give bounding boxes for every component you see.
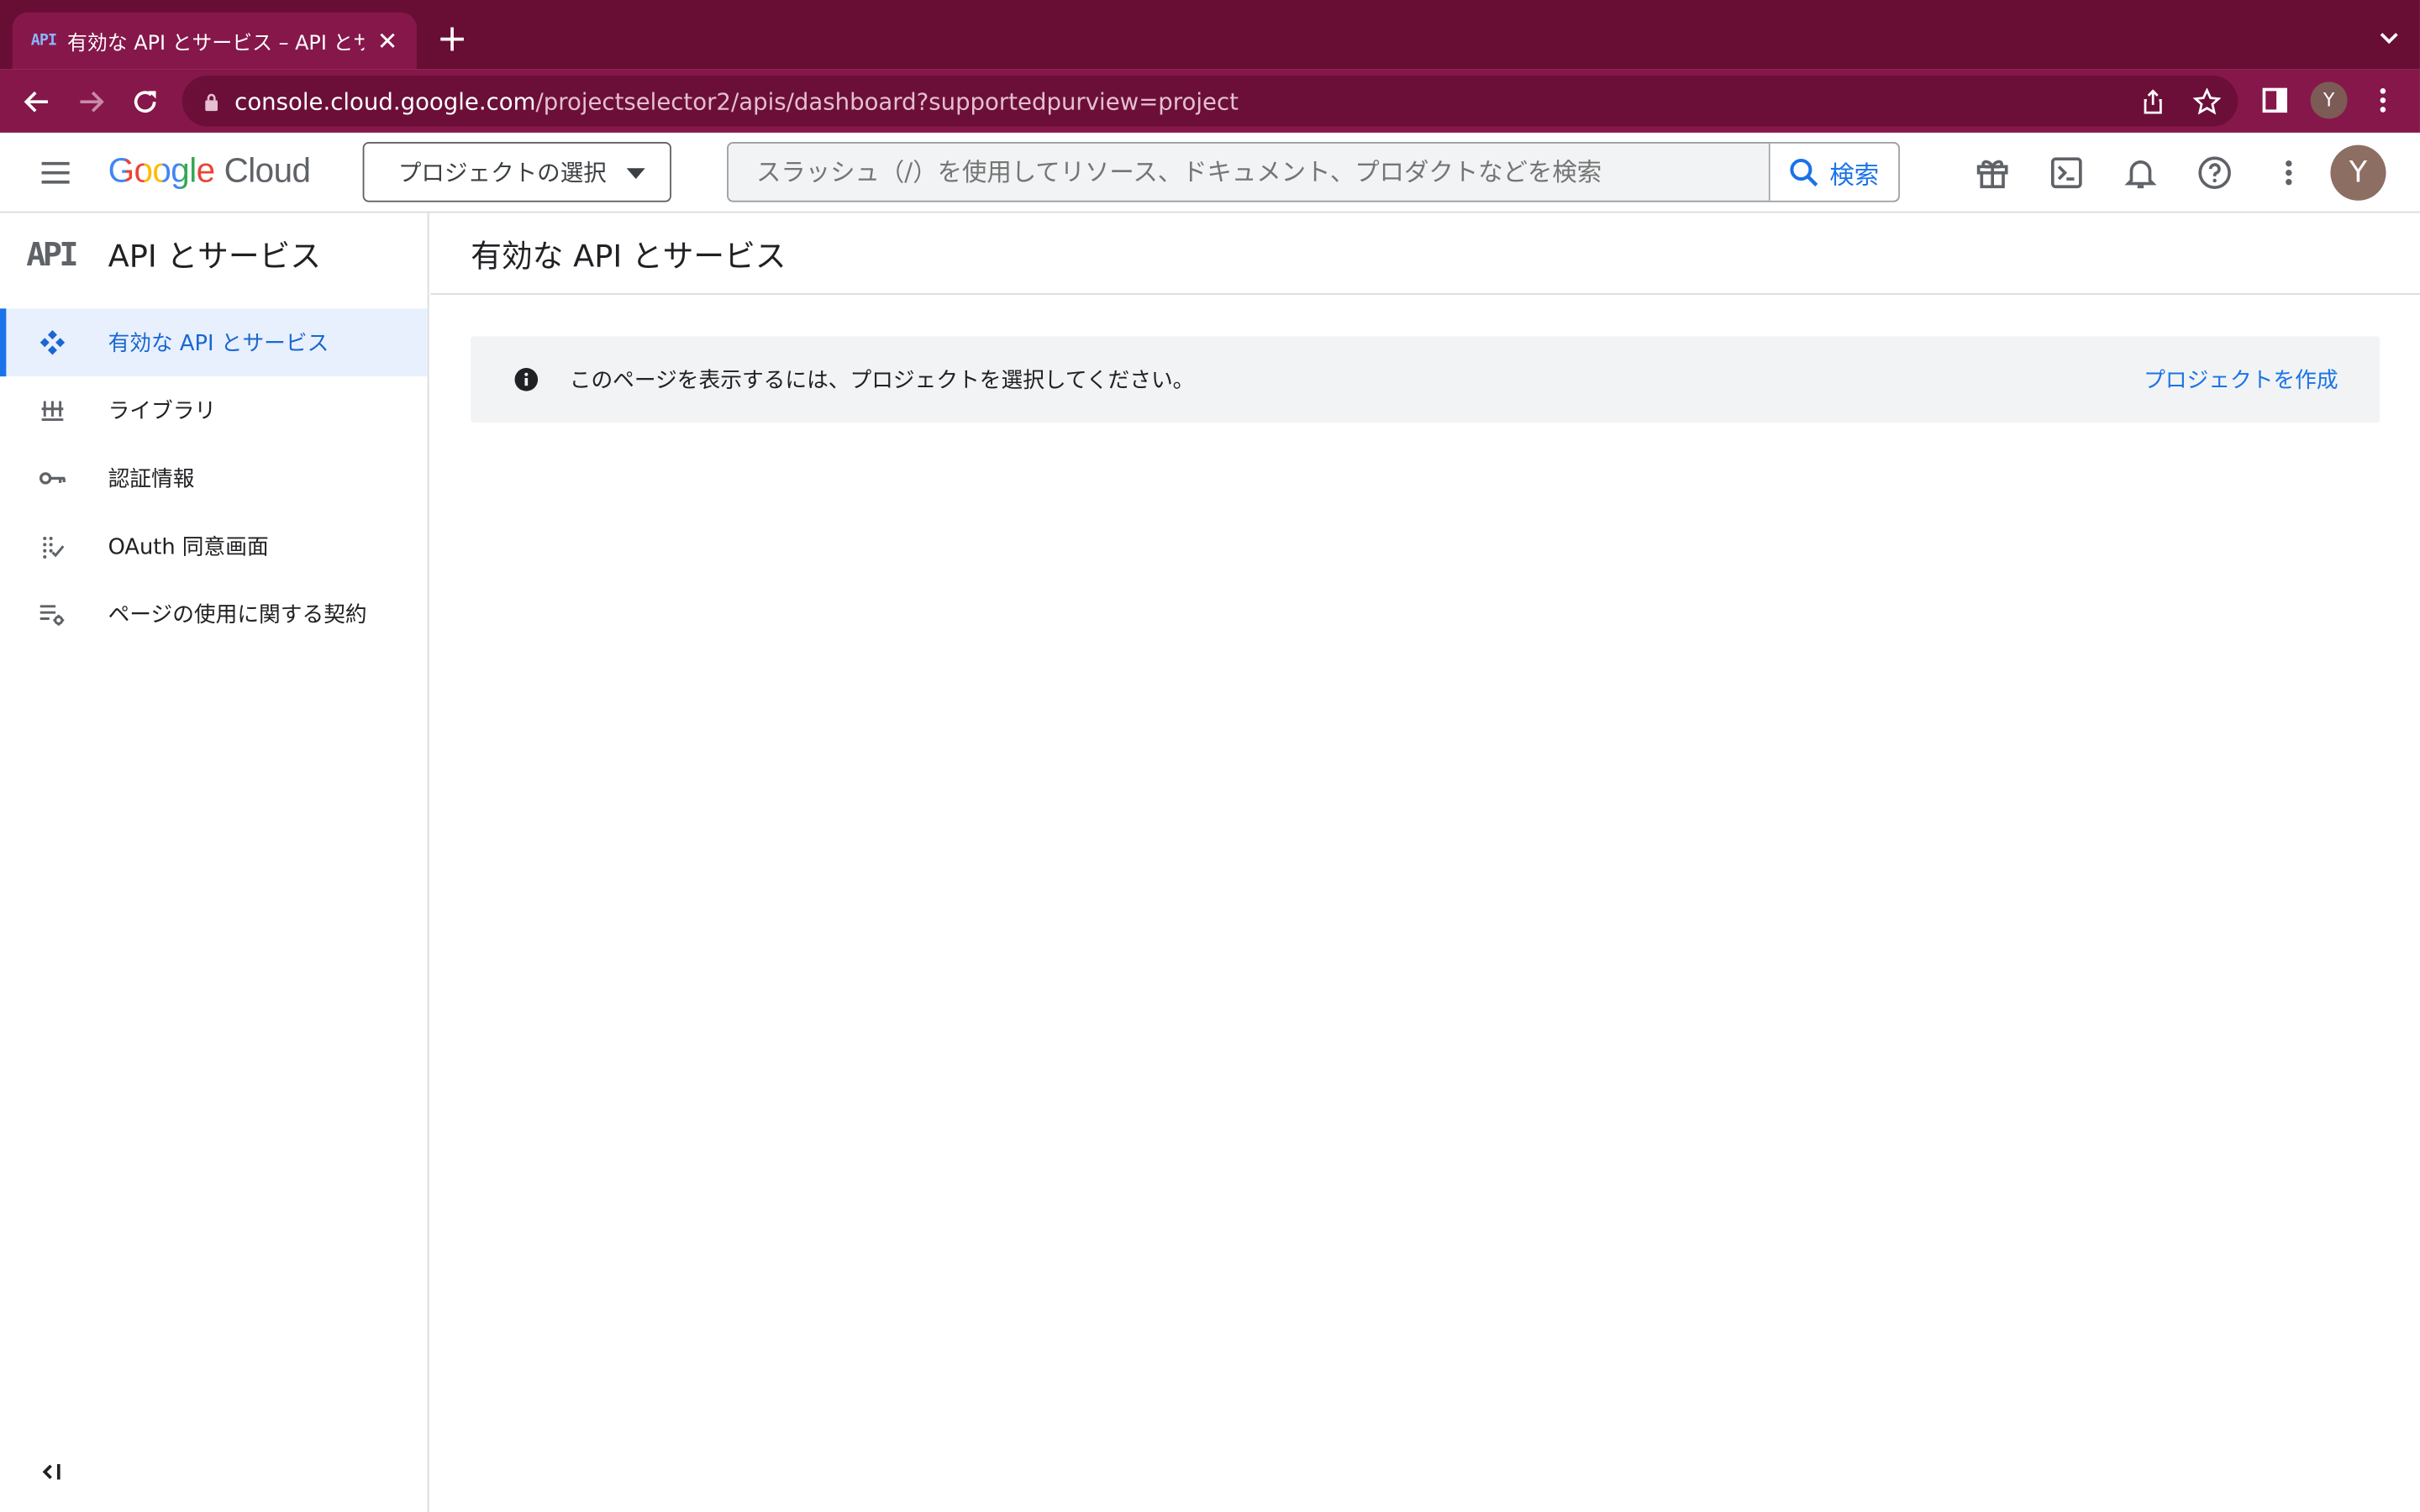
main-content: 有効な API とサービス このページを表示するには、プロジェクトを選択してくだ… [430,213,2420,1512]
account-avatar[interactable]: Y [2330,144,2386,201]
hamburger-menu-icon[interactable] [37,155,74,192]
sidebar-header: API API とサービス [0,213,428,294]
page-title: 有効な API とサービス [430,213,2420,295]
url-text: console.cloud.google.com/projectselector… [234,87,1239,115]
apis-dashboard-icon [39,328,66,356]
sidebar-item-label: 認証情報 [108,467,195,492]
api-icon: API [26,235,78,273]
console-header: GoogleCloud プロジェクトの選択 検索 Y [0,132,2420,213]
browser-tab[interactable]: API 有効な API とサービス – API とサ ✕ [12,12,417,70]
sidebar-item-library[interactable]: ライブラリ [0,376,428,444]
sidebar-item-enabled-apis[interactable]: 有効な API とサービス [0,308,428,377]
search-bar: 検索 [727,141,1900,202]
url-path: /projectselector2/apis/dashboard?support… [535,87,1239,115]
dropdown-caret-icon [626,168,645,180]
key-icon [39,465,66,492]
browser-menu-icon[interactable] [2365,81,2402,118]
library-icon [39,396,66,424]
project-selector-label: プロジェクトの選択 [397,159,607,187]
tab-favicon-icon: API [30,32,57,50]
url-host: console.cloud.google.com [234,87,536,115]
gift-icon[interactable] [1972,153,2012,193]
back-arrow-icon[interactable] [17,81,57,122]
tab-title: 有効な API とサービス – API とサ [67,32,365,56]
profile-avatar: Y [2310,81,2348,119]
browser-tab-strip: API 有効な API とサービス – API とサ ✕ + [0,0,2420,70]
sidebar-item-label: OAuth 同意画面 [108,535,269,560]
search-button[interactable]: 検索 [1768,143,1899,201]
logo-google: Google [108,150,216,190]
select-project-banner: このページを表示するには、プロジェクトを選択してください。 プロジェクトを作成 [471,336,2381,423]
tab-close-icon[interactable]: ✕ [373,26,401,55]
sidebar-item-label: ライブラリ [108,399,217,425]
address-bar[interactable]: console.cloud.google.com/projectselector… [182,75,2238,127]
more-options-icon[interactable] [2269,153,2309,193]
help-icon[interactable] [2195,153,2235,193]
collapse-sidebar-icon[interactable] [37,1457,68,1488]
share-icon[interactable] [2139,88,2167,116]
sidebar-nav: 有効な API とサービス ライブラリ 認証情報 OAuth 同意画面 ページの… [0,308,428,648]
browser-toolbar: console.cloud.google.com/projectselector… [0,69,2420,133]
oauth-consent-icon [39,533,66,560]
new-tab-icon[interactable]: + [434,20,471,57]
sidebar: API API とサービス 有効な API とサービス ライブラリ 認証情報 O… [0,213,429,1512]
project-selector-button[interactable]: プロジェクトの選択 [362,141,671,202]
forward-arrow-icon[interactable] [71,81,111,122]
profile-button[interactable]: Y [2310,81,2348,119]
bookmark-star-icon[interactable] [2192,87,2222,116]
reload-icon[interactable] [125,81,166,122]
sidebar-item-oauth-consent[interactable]: OAuth 同意画面 [0,512,428,580]
cloud-shell-terminal-icon[interactable] [2046,153,2086,193]
sidebar-item-label: ページの使用に関する契約 [108,603,367,628]
sidebar-title: API とサービス [108,237,322,275]
search-icon [1791,158,1819,186]
search-button-label: 検索 [1829,160,1880,189]
create-project-link[interactable]: プロジェクトを作成 [2144,364,2338,395]
page-usage-settings-icon [39,600,66,627]
sidebar-item-page-usage-agreements[interactable]: ページの使用に関する契約 [0,580,428,648]
logo-cloud: Cloud [224,150,311,190]
sidebar-item-label: 有効な API とサービス [108,331,329,357]
search-input[interactable] [728,143,1769,201]
banner-message: このページを表示するには、プロジェクトを選択してください。 [569,368,1195,394]
notifications-bell-icon[interactable] [2121,153,2161,193]
lock-icon [205,92,218,111]
google-cloud-logo[interactable]: Google Cloud [108,151,311,192]
info-icon [514,368,539,391]
side-panel-icon[interactable] [2256,81,2293,118]
tab-search-chevron-icon[interactable] [2377,24,2402,49]
sidebar-item-credentials[interactable]: 認証情報 [0,444,428,512]
